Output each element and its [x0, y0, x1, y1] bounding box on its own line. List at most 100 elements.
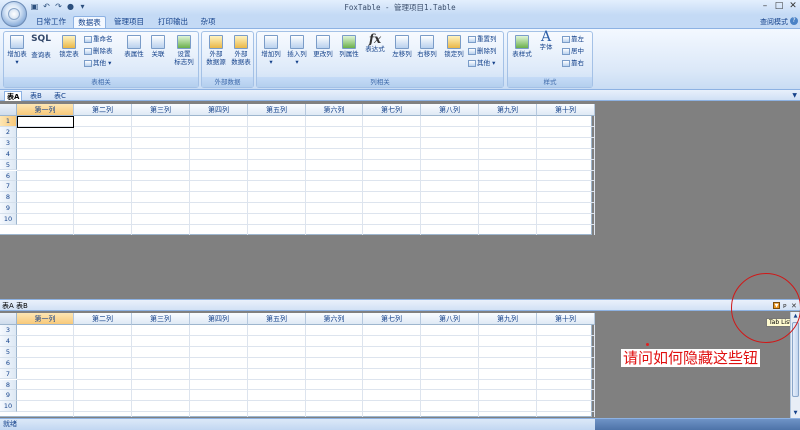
align-right-button[interactable]: 靠右: [562, 59, 584, 68]
column-header[interactable]: 第八列: [421, 313, 479, 325]
data-grid-top[interactable]: 第一列 第二列 第三列 第四列 第五列 第六列 第七列 第八列 第九列 第十列 1 2 3 4 5 6 7 8 9 1…: [0, 104, 595, 235]
modify-column-button[interactable]: 更改列: [311, 35, 335, 58]
insert-column-button[interactable]: 插入列 ▾: [285, 35, 309, 66]
grid-corner[interactable]: [0, 313, 17, 325]
tab-print-output[interactable]: 打印输出: [152, 16, 194, 28]
grid-corner[interactable]: [0, 104, 17, 116]
group-label: 样式: [508, 77, 592, 87]
column-header[interactable]: 第三列: [132, 104, 190, 116]
column-header[interactable]: 第十列: [537, 313, 595, 325]
fx-icon: fx: [368, 32, 382, 46]
set-title-column-button[interactable]: 设置 标志列: [172, 35, 196, 66]
maximize-button[interactable]: □: [774, 1, 784, 11]
row-header[interactable]: 10: [0, 401, 17, 413]
column-header[interactable]: 第八列: [421, 104, 479, 116]
other-column-button[interactable]: 其他 ▾: [468, 59, 495, 68]
view-mode-label[interactable]: 查阅模式: [760, 17, 788, 27]
move-right-icon: [420, 35, 434, 49]
column-header[interactable]: 第三列: [132, 313, 190, 325]
data-grid-bottom[interactable]: 第一列 第二列 第三列 第四列 第五列 第六列 第七列 第八列 第九列 第十列 3 4 5 6 7 8 9 10: [0, 313, 595, 417]
column-gridline: [362, 116, 363, 235]
column-header[interactable]: 第一列: [17, 104, 74, 116]
data-tab-c[interactable]: 表C: [54, 91, 66, 101]
row-header[interactable]: 5: [0, 159, 17, 171]
column-gridline: [247, 116, 248, 235]
row-gridline: [17, 191, 595, 193]
delete-column-button[interactable]: 删除列: [468, 47, 497, 56]
minimize-button[interactable]: –: [760, 1, 770, 11]
data-tab-a[interactable]: 表A: [4, 91, 23, 101]
tab-list-dropdown-icon[interactable]: ▼: [792, 92, 797, 99]
tab-daily-work[interactable]: 日常工作: [30, 16, 72, 28]
delete-table-button[interactable]: 删除表: [84, 47, 113, 56]
lock-column-button[interactable]: 锁定列: [442, 35, 466, 58]
query-table-button[interactable]: SQL 查询表: [29, 35, 53, 60]
external-table-button[interactable]: 外部 数据表: [229, 35, 253, 66]
add-column-icon: [264, 35, 278, 49]
column-header[interactable]: 第二列: [74, 104, 132, 116]
row-header[interactable]: 9: [0, 390, 17, 402]
align-center-button[interactable]: 居中: [562, 47, 584, 56]
add-column-button[interactable]: 增加列 ▾: [259, 35, 283, 66]
row-header[interactable]: 5: [0, 346, 17, 358]
column-header[interactable]: 第一列: [17, 313, 74, 325]
column-header[interactable]: 第九列: [479, 313, 537, 325]
scrollbar-thumb[interactable]: [792, 322, 799, 397]
row-header[interactable]: 1: [0, 116, 17, 127]
column-header[interactable]: 第六列: [306, 104, 363, 116]
lock-table-button[interactable]: 锁定表: [57, 35, 81, 58]
column-header[interactable]: 第五列: [248, 104, 306, 116]
help-icon[interactable]: ?: [790, 17, 798, 25]
app-logo-icon: [8, 8, 20, 20]
table-style-button[interactable]: 表样式: [510, 35, 534, 58]
reset-column-button[interactable]: 重置列: [468, 35, 497, 44]
relation-button[interactable]: 关联: [148, 35, 168, 58]
column-header[interactable]: 第七列: [363, 313, 421, 325]
tab-data-table[interactable]: 数据表: [73, 16, 106, 28]
scroll-down-icon[interactable]: ▼: [792, 410, 799, 417]
data-tab-b[interactable]: 表B: [30, 91, 42, 101]
column-header[interactable]: 第六列: [306, 313, 363, 325]
row-header[interactable]: 10: [0, 214, 17, 225]
column-header[interactable]: 第二列: [74, 313, 132, 325]
delete-column-icon: [468, 47, 476, 55]
row-header[interactable]: 3: [0, 325, 17, 336]
row-header[interactable]: 4: [0, 148, 17, 160]
column-header[interactable]: 第十列: [537, 104, 595, 116]
column-header[interactable]: 第四列: [190, 104, 248, 116]
row-header[interactable]: 7: [0, 181, 17, 193]
tab-manage-project[interactable]: 管理项目: [108, 16, 150, 28]
column-gridline: [594, 116, 595, 235]
row-header[interactable]: 3: [0, 137, 17, 149]
column-gridline: [594, 325, 595, 417]
row-header[interactable]: 6: [0, 357, 17, 369]
close-button[interactable]: ✕: [788, 1, 798, 11]
column-properties-button[interactable]: 列属性: [337, 35, 361, 58]
rename-button[interactable]: 重命名: [84, 35, 113, 44]
column-header[interactable]: 第七列: [363, 104, 421, 116]
other-table-button[interactable]: 其他 ▾: [84, 59, 111, 68]
row-header[interactable]: 9: [0, 203, 17, 215]
column-header[interactable]: 第九列: [479, 104, 537, 116]
align-left-button[interactable]: 靠左: [562, 35, 584, 44]
row-header[interactable]: 6: [0, 170, 17, 182]
column-header[interactable]: 第四列: [190, 313, 248, 325]
table-properties-button[interactable]: 表属性: [122, 35, 146, 58]
add-table-button[interactable]: 增加表 ▾: [6, 35, 28, 66]
app-menu-button[interactable]: [1, 1, 27, 27]
row-header[interactable]: 7: [0, 368, 17, 380]
tab-misc[interactable]: 杂项: [196, 16, 220, 28]
move-right-button[interactable]: 右移列: [415, 35, 439, 58]
group-label: 表相关: [4, 77, 198, 87]
current-cell[interactable]: [17, 116, 74, 128]
row-header[interactable]: 2: [0, 126, 17, 138]
row-header[interactable]: 8: [0, 192, 17, 204]
row-header[interactable]: 4: [0, 335, 17, 347]
move-left-button[interactable]: 左移列: [390, 35, 414, 58]
row-header[interactable]: 8: [0, 379, 17, 391]
external-source-button[interactable]: 外部 数据源: [204, 35, 228, 66]
split-tab-labels[interactable]: 表A 表B: [2, 301, 28, 311]
expression-column-button[interactable]: fx 表达式: [363, 32, 387, 53]
column-header[interactable]: 第五列: [248, 313, 306, 325]
font-button[interactable]: A 字体: [536, 30, 556, 51]
